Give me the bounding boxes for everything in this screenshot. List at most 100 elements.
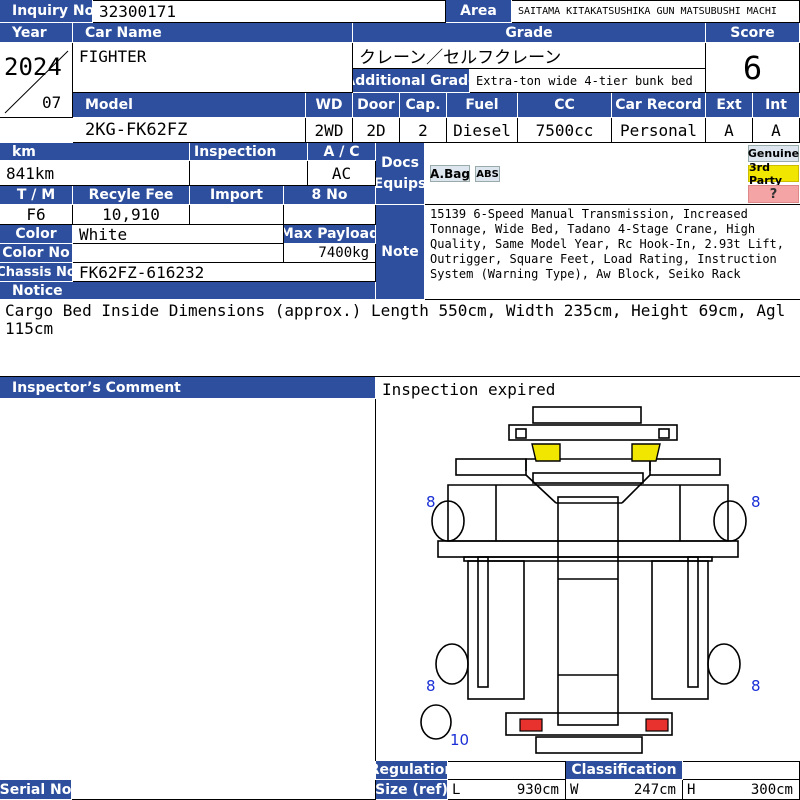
chassis-frame	[463, 496, 713, 726]
serial-no-header: Serial No	[0, 780, 72, 800]
size-l-label: L	[452, 781, 461, 798]
genuine-badge: Genuine	[747, 145, 800, 162]
size-h-label: H	[687, 781, 696, 798]
size-w-value: 247cm	[633, 781, 676, 798]
year-cell: 2024 07	[0, 43, 73, 118]
month-value: 07	[42, 93, 62, 112]
docs-equips-header: Docs Equips	[376, 143, 425, 205]
cab-outline	[437, 458, 739, 558]
equips-label: Equips	[376, 175, 425, 192]
truck-diagram: 8 8 8 8 10	[420, 406, 761, 754]
area-value: SAITAMA KITAKATSUSHIKA GUN MATSUBUSHI MA…	[512, 0, 800, 23]
model-header: Model	[73, 93, 306, 118]
ac-value: AC	[308, 161, 376, 186]
ac-header: A / C	[308, 143, 376, 161]
abag-badge: A.Bag	[430, 165, 470, 182]
regulation-value	[448, 761, 566, 780]
inquiry-no-value: 32300171	[93, 0, 446, 23]
size-w-label: W	[570, 781, 579, 798]
additional-grade-header: Additional Grade	[353, 69, 470, 93]
third-party-badge: 3rd Party	[748, 161, 799, 187]
size-w-cell: W 247cm	[566, 780, 683, 800]
year-header: Year	[0, 23, 73, 43]
color-no-header: Color No	[0, 244, 73, 263]
abs-badge: ABS	[475, 166, 500, 182]
wd-header: WD	[306, 93, 353, 118]
note-value: 15139 6-Speed Manual Transmission, Incre…	[425, 205, 800, 300]
front-right-tire	[713, 500, 747, 542]
rear-left-tire	[435, 643, 469, 685]
inspection-value	[190, 161, 308, 186]
rear-right-tire-depth: 8	[751, 677, 761, 695]
front-left-tire-depth: 8	[426, 493, 436, 511]
docs-area	[425, 143, 746, 205]
cap-header: Cap.	[400, 93, 447, 118]
classification-value	[683, 761, 800, 780]
front-right-tire-depth: 8	[751, 493, 761, 511]
import-value	[190, 205, 284, 225]
spare-tire-depth: 10	[450, 731, 469, 749]
int-header: Int	[753, 93, 800, 118]
size-l-cell: L 930cm	[448, 780, 566, 800]
import-header: Import	[190, 186, 284, 205]
front-right-marker	[631, 443, 661, 462]
spare-tire	[420, 704, 452, 740]
door-value: 2D	[353, 118, 400, 143]
inspectors-comment-body	[0, 399, 376, 761]
size-h-value: 300cm	[750, 781, 793, 798]
additional-grade-value: Extra-ton wide 4-tier bunk bed	[470, 69, 706, 93]
door-header: Door	[353, 93, 400, 118]
fuel-header: Fuel	[447, 93, 518, 118]
area-header: Area	[446, 0, 512, 23]
score-value: 6	[706, 43, 800, 93]
year-value: 2024	[4, 53, 62, 81]
recycle-fee-value: 10,910	[73, 205, 190, 225]
ext-header: Ext	[706, 93, 753, 118]
chassis-no-header: Chassis No	[0, 263, 73, 282]
notice-header: Notice	[0, 282, 376, 300]
color-no-value	[73, 244, 284, 263]
cc-value: 7500cc	[518, 118, 612, 143]
grade-header: Grade	[353, 23, 706, 43]
inspectors-comment-header: Inspector’s Comment	[0, 377, 376, 399]
tm-header: T / M	[0, 186, 73, 205]
eight-no-value	[284, 205, 376, 225]
int-value: A	[753, 118, 800, 143]
ext-value: A	[706, 118, 753, 143]
docs-label: Docs	[381, 154, 419, 171]
car-name-value: FIGHTER	[73, 43, 353, 93]
rear-left-tire-depth: 8	[426, 677, 436, 695]
grade-value: クレーン／セルフクレーン	[353, 43, 706, 69]
inspection-status: Inspection expired	[382, 380, 556, 399]
km-value: 841km	[0, 161, 190, 186]
classification-header: Classification	[566, 761, 683, 780]
car-name-header: Car Name	[73, 23, 353, 43]
wd-value: 2WD	[306, 118, 353, 143]
cap-value: 2	[400, 118, 447, 143]
rear-right-light	[645, 718, 669, 732]
front-left-marker	[531, 443, 561, 462]
km-header: km	[0, 143, 190, 161]
note-header: Note	[376, 205, 425, 300]
size-h-cell: H 300cm	[683, 780, 800, 800]
model-value: 2KG-FK62FZ	[73, 118, 306, 143]
cc-header: CC	[518, 93, 612, 118]
color-value: White	[73, 225, 284, 244]
serial-no-value	[72, 780, 376, 800]
inspection-header: Inspection	[190, 143, 308, 161]
car-record-value: Personal	[612, 118, 706, 143]
recycle-fee-header: Recyle Fee	[73, 186, 190, 205]
size-l-value: 930cm	[516, 781, 559, 798]
score-header: Score	[706, 23, 800, 43]
size-ref-header: Size (ref)	[376, 780, 448, 800]
max-payload-value: 7400kg	[284, 244, 376, 263]
chassis-no-value: FK62FZ-616232	[73, 263, 376, 282]
notice-value: Cargo Bed Inside Dimensions (approx.) Le…	[0, 300, 800, 377]
tm-value: F6	[0, 205, 73, 225]
unknown-badge: ?	[748, 185, 799, 203]
max-payload-header: Max Payload	[284, 225, 376, 244]
inquiry-no-header: Inquiry No	[0, 0, 93, 23]
rear-right-tire	[707, 643, 741, 685]
rear-left-light	[519, 718, 543, 732]
regulation-header: Regulation	[376, 761, 448, 780]
